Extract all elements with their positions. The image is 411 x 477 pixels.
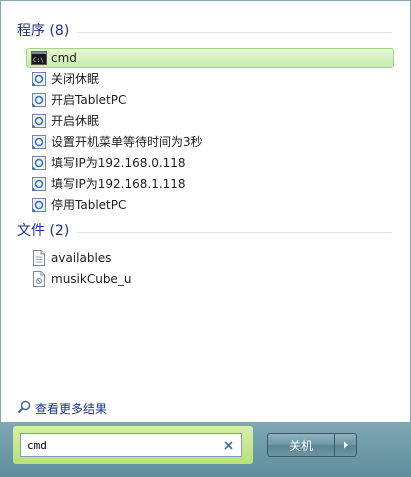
svg-text:C:\: C:\: [33, 57, 44, 64]
program-item-label: cmd: [51, 51, 77, 65]
program-item-label: 停用TabletPC: [51, 198, 127, 212]
program-item[interactable]: 停用TabletPC: [26, 195, 394, 215]
files-header-label: 文件 (2): [17, 223, 70, 239]
document-file-icon: [31, 271, 47, 287]
file-item-label: musikCube_u: [51, 272, 132, 286]
file-item[interactable]: musikCube_u: [26, 269, 394, 289]
program-item-label: 开启TabletPC: [51, 93, 127, 107]
shortcut-icon: [31, 134, 47, 150]
search-input[interactable]: [21, 437, 219, 453]
search-icon: [17, 400, 31, 417]
program-item[interactable]: 开启休眠: [26, 111, 394, 131]
shortcut-icon: [31, 113, 47, 129]
see-more-results-link[interactable]: 查看更多结果: [17, 398, 107, 418]
program-item[interactable]: 设置开机菜单等待时间为3秒: [26, 132, 394, 152]
programs-header-label: 程序 (8): [17, 23, 70, 39]
see-more-results-label: 查看更多结果: [35, 401, 108, 416]
section-divider: [77, 231, 392, 233]
programs-section-header: 程序 (8): [17, 22, 392, 40]
program-item-label: 关闭休眠: [51, 72, 100, 86]
clear-search-icon[interactable]: [221, 438, 235, 452]
file-item-label: availables: [51, 251, 112, 265]
shortcut-icon: [31, 71, 47, 87]
program-item-cmd[interactable]: C:\ cmd: [26, 48, 394, 68]
shortcut-icon: [31, 92, 47, 108]
text-file-icon: [31, 250, 47, 266]
program-item[interactable]: 开启TabletPC: [26, 90, 394, 110]
program-item-label: 填写IP为192.168.0.118: [51, 156, 186, 170]
program-item[interactable]: 填写IP为192.168.1.118: [26, 174, 394, 194]
shortcut-icon: [31, 155, 47, 171]
program-item-label: 填写IP为192.168.1.118: [51, 177, 186, 191]
shutdown-options-button[interactable]: [335, 434, 356, 456]
section-divider: [77, 31, 392, 33]
shutdown-button[interactable]: 关机: [268, 434, 335, 456]
chevron-right-icon: [343, 441, 348, 449]
shortcut-icon: [31, 176, 47, 192]
search-box[interactable]: [20, 433, 242, 457]
file-item[interactable]: availables: [26, 248, 394, 268]
files-section-header: 文件 (2): [17, 222, 392, 240]
shutdown-button-group: 关机: [267, 433, 357, 457]
cmd-console-icon: C:\: [31, 50, 47, 66]
program-item-label: 设置开机菜单等待时间为3秒: [51, 135, 203, 149]
program-item-label: 开启休眠: [51, 114, 100, 128]
shortcut-icon: [31, 197, 47, 213]
program-item[interactable]: 关闭休眠: [26, 69, 394, 89]
program-item[interactable]: 填写IP为192.168.0.118: [26, 153, 394, 173]
